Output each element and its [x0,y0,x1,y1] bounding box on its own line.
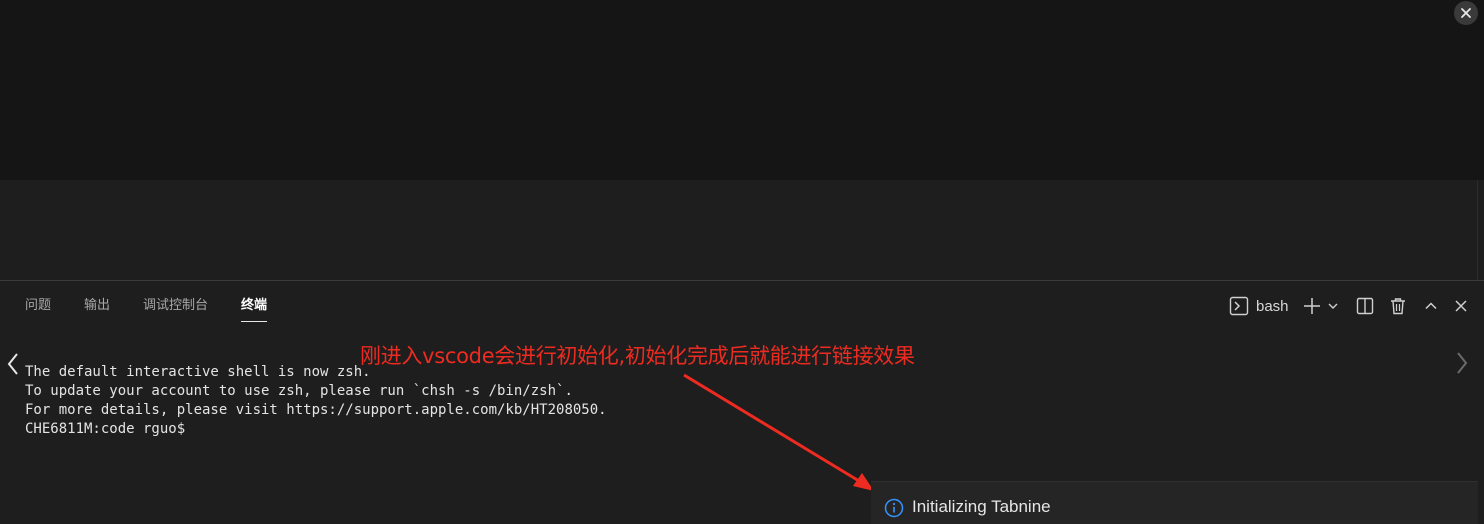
tab-output[interactable]: 输出 [84,297,110,322]
scroll-left-button[interactable] [6,352,20,380]
split-icon [1356,297,1373,315]
terminal-line: To update your account to use zsh, pleas… [25,383,573,399]
trash-icon [1390,298,1405,315]
panel-actions: bash [1229,295,1468,317]
tab-debug-console[interactable]: 调试控制台 [143,297,208,322]
terminal-prompt: CHE6811M:code rguo$ [25,421,186,437]
panel-tabs: 问题 输出 调试控制台 终端 [25,297,300,322]
kill-terminal-button[interactable] [1390,297,1406,315]
tab-terminal[interactable]: 终端 [241,297,268,322]
editor-scrollbar-edge [1477,180,1478,280]
chevron-right-icon [1457,352,1468,374]
plus-icon [1303,298,1320,314]
terminal-output[interactable]: The default interactive shell is now zsh… [25,363,607,439]
scroll-right-button[interactable] [1455,351,1469,379]
chevron-left-icon [7,353,18,375]
editor-area-lower [0,180,1484,280]
chevron-down-icon [1328,303,1338,309]
annotation-text: 刚进入vscode会进行初始化,初始化完成后就能进行链接效果 [360,344,915,368]
terminal-profile-label: bash [1256,297,1289,315]
split-terminal-button[interactable] [1356,297,1374,315]
tab-problems[interactable]: 问题 [25,297,51,322]
terminal-icon [1229,296,1249,316]
notification-toast[interactable]: Initializing Tabnine [871,481,1478,524]
editor-area [0,0,1484,180]
notification-message: Initializing Tabnine [912,497,1051,516]
close-icon [1455,300,1467,312]
bottom-panel: 问题 输出 调试控制台 终端 bash The default interact… [0,280,1484,524]
close-icon [1461,8,1471,18]
maximize-panel-button[interactable] [1424,299,1438,313]
terminal-profile-button[interactable]: bash [1229,296,1303,316]
close-panel-button[interactable] [1454,299,1468,313]
vscode-window: 问题 输出 调试控制台 终端 bash The default interact… [0,0,1484,524]
new-terminal-button[interactable] [1303,297,1321,315]
close-overlay-button[interactable] [1454,1,1478,25]
terminal-line: For more details, please visit https://s… [25,402,607,418]
chevron-up-icon [1425,302,1437,310]
info-icon [884,498,904,522]
terminal-dropdown-button[interactable] [1327,300,1339,312]
